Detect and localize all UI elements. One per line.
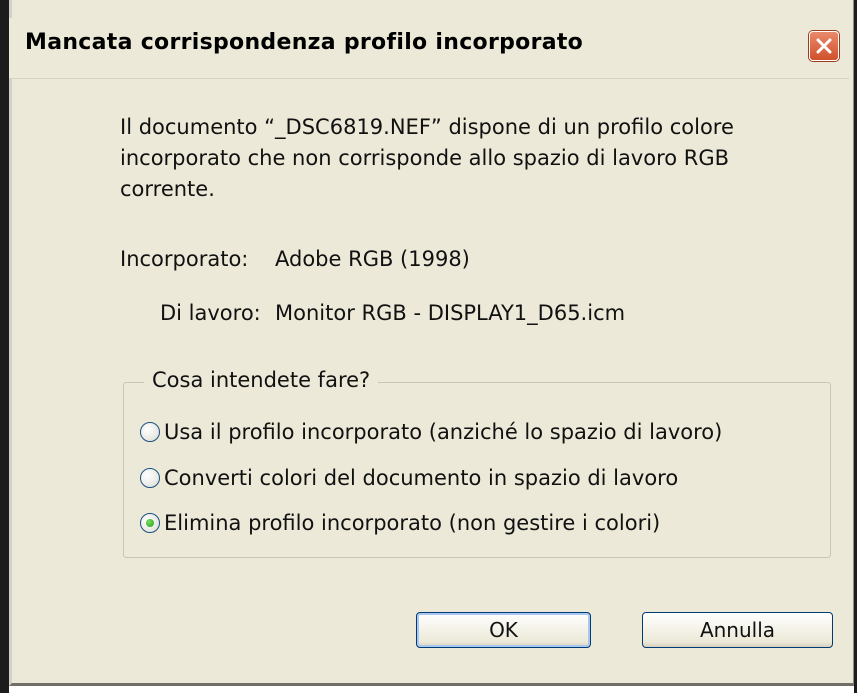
- ok-button[interactable]: OK: [416, 612, 591, 648]
- message-line: corrente.: [120, 177, 215, 201]
- working-profile-label: Di lavoro:: [160, 301, 261, 325]
- radio-button[interactable]: [140, 468, 160, 488]
- background-edge-left: [0, 0, 9, 693]
- cancel-button[interactable]: Annulla: [642, 612, 833, 648]
- message-line: Il documento “_DSC6819.NEF” dispone di u…: [120, 115, 734, 139]
- working-profile-value: Monitor RGB - DISPLAY1_D65.icm: [275, 301, 626, 325]
- message-line: incorporato che non corrisponde allo spa…: [120, 146, 730, 170]
- option-convert-colors[interactable]: Converti colori del documento in spazio …: [140, 463, 678, 493]
- option-discard-profile[interactable]: Elimina profilo incorporato (non gestire…: [140, 508, 660, 538]
- embedded-profile-value: Adobe RGB (1998): [275, 247, 470, 271]
- radio-button[interactable]: [140, 422, 160, 442]
- close-icon: [816, 38, 832, 54]
- dialog-title: Mancata corrispondenza profilo incorpora…: [25, 30, 584, 55]
- option-use-embedded[interactable]: Usa il profilo incorporato (anziché lo s…: [140, 417, 722, 447]
- radio-button-selected[interactable]: [140, 513, 160, 533]
- embedded-profile-label: Incorporato:: [120, 247, 249, 271]
- message-text: Il documento “_DSC6819.NEF” dispone di u…: [120, 112, 820, 205]
- options-group-legend: Cosa intendete fare?: [144, 368, 379, 392]
- option-label[interactable]: Usa il profilo incorporato (anziché lo s…: [164, 420, 722, 444]
- title-bar[interactable]: Mancata corrispondenza profilo incorpora…: [9, 18, 849, 79]
- option-label[interactable]: Elimina profilo incorporato (non gestire…: [164, 511, 660, 535]
- dialog-window: [9, 0, 854, 686]
- option-label[interactable]: Converti colori del documento in spazio …: [164, 466, 678, 490]
- close-button[interactable]: [809, 31, 839, 61]
